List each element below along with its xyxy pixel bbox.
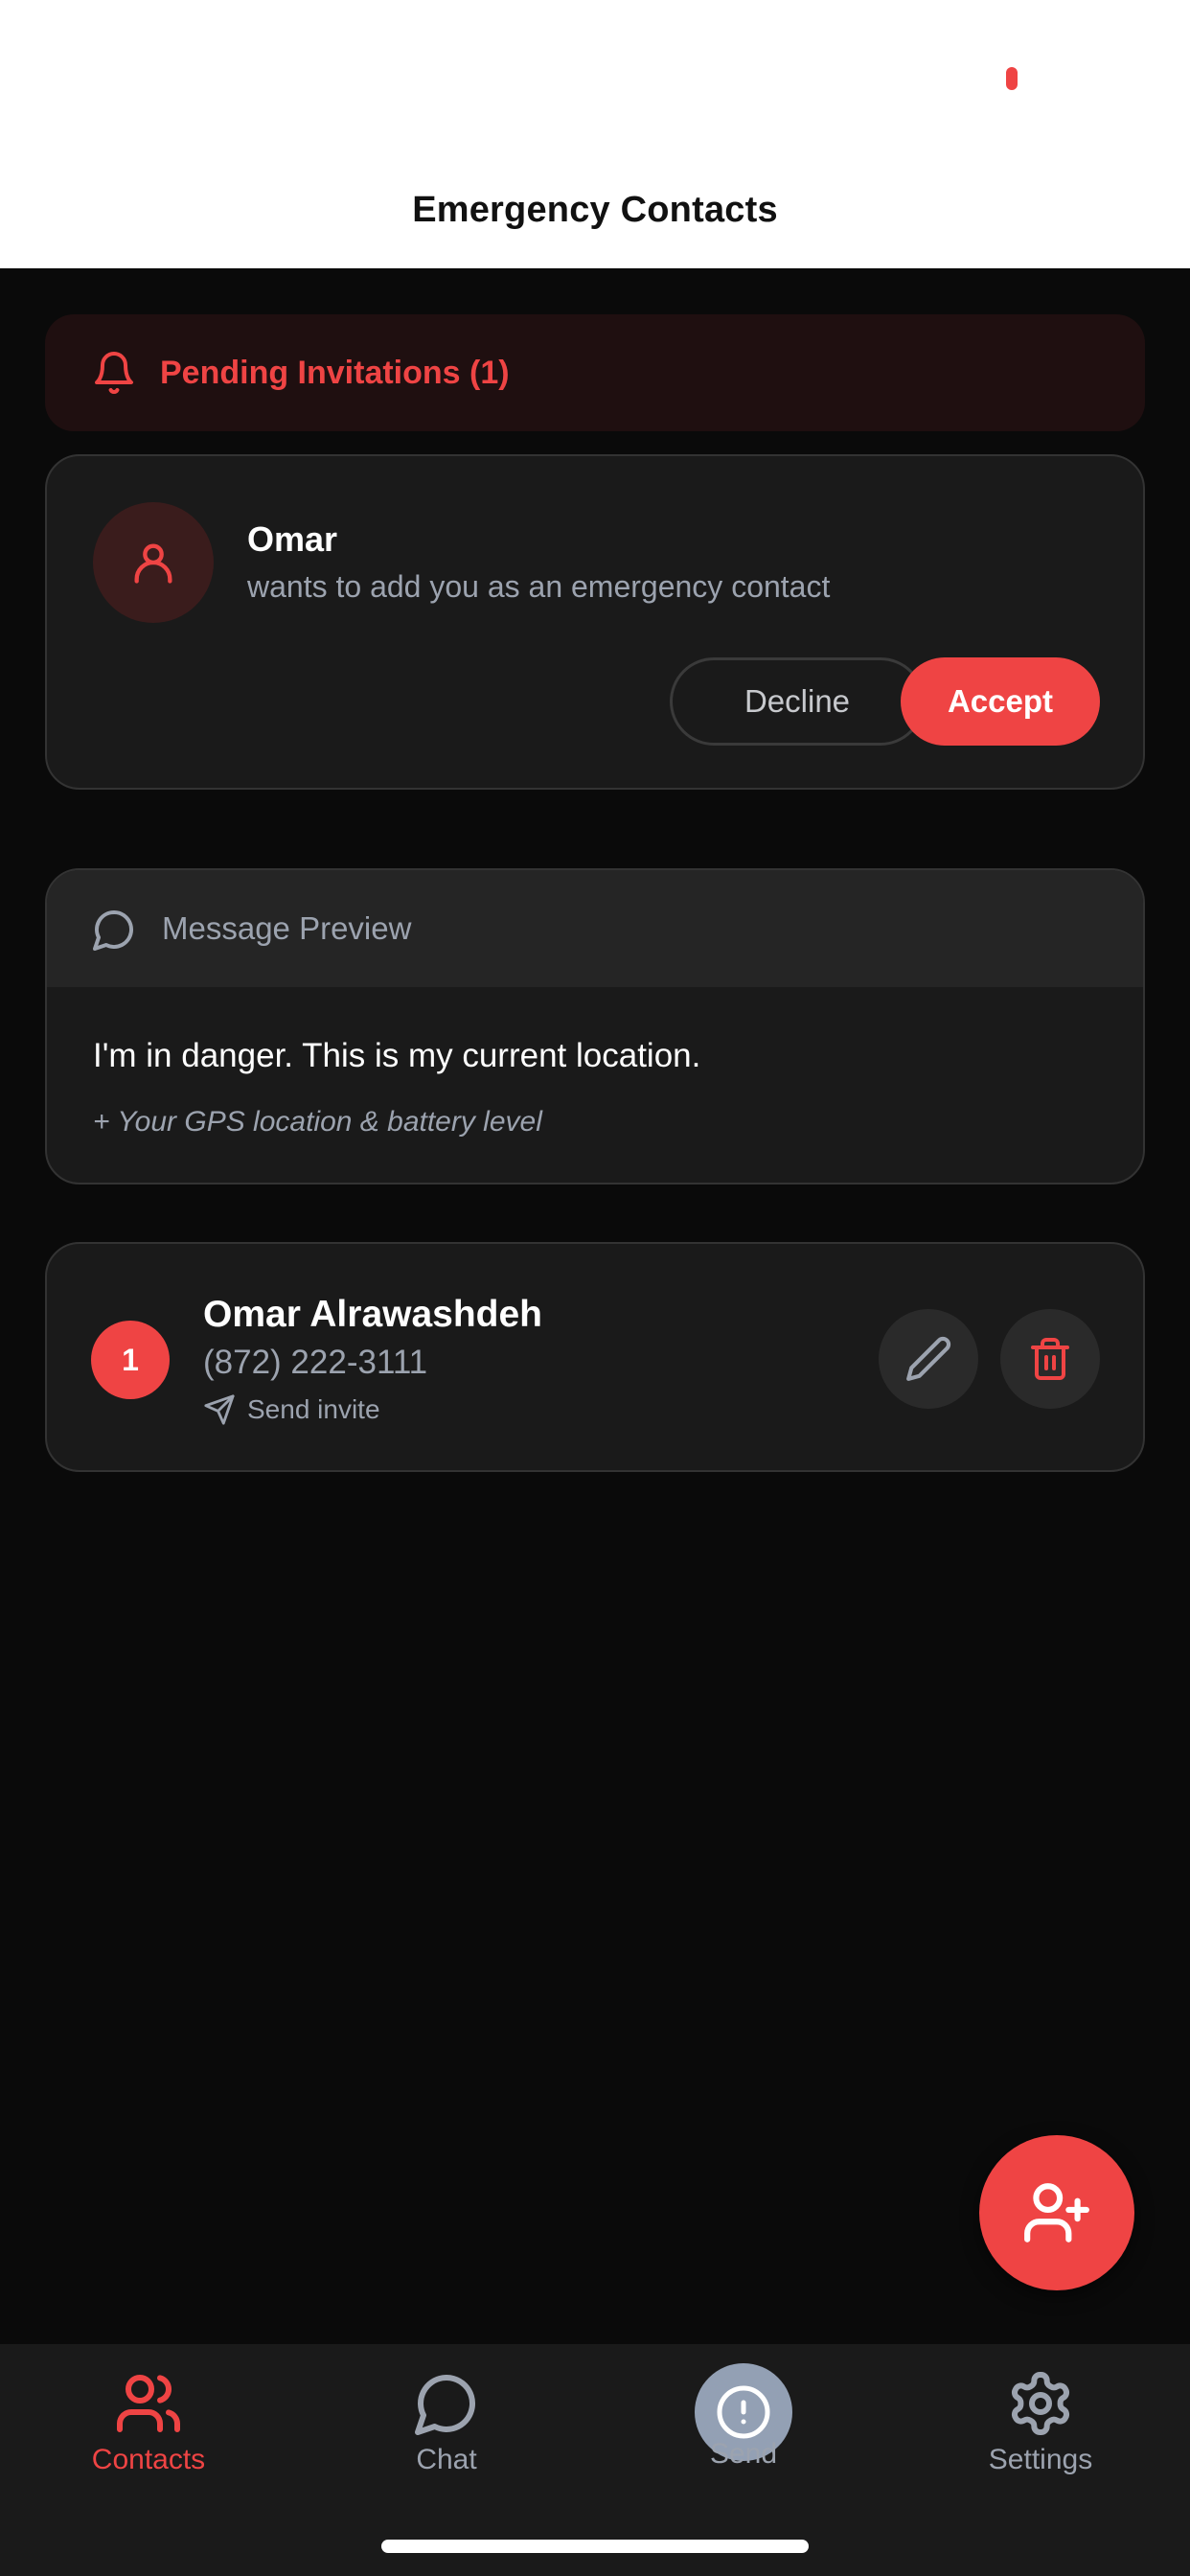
- message-preview-card: Message Preview I'm in danger. This is m…: [45, 868, 1145, 1184]
- invitation-message: wants to add you as an emergency contact: [247, 569, 831, 604]
- user-plus-icon: [1024, 2183, 1089, 2242]
- decline-button[interactable]: Decline: [670, 657, 925, 746]
- pending-invitations-label: Pending Invitations (1): [160, 355, 510, 391]
- contact-priority-badge: 1: [91, 1321, 170, 1399]
- preview-note: + Your GPS location & battery level: [93, 1106, 542, 1138]
- message-preview-header: Message Preview: [47, 870, 1143, 987]
- app-header: Emergency Contacts: [0, 0, 1190, 268]
- message-circle-icon: [93, 910, 133, 951]
- send-invite-link[interactable]: Send invite: [203, 1393, 380, 1426]
- add-contact-button[interactable]: [979, 2135, 1134, 2290]
- preview-message-text: I'm in danger. This is my current locati…: [93, 1037, 701, 1074]
- message-preview-title: Message Preview: [162, 910, 412, 946]
- alert-circle-icon: [717, 2385, 770, 2439]
- delete-contact-button[interactable]: [1000, 1309, 1100, 1409]
- accept-button[interactable]: Accept: [901, 657, 1100, 746]
- pending-invitations-banner[interactable]: Pending Invitations (1): [45, 314, 1145, 431]
- contact-phone: (872) 222-3111: [203, 1344, 428, 1381]
- contact-card[interactable]: 1 Omar Alrawashdeh (872) 222-3111 Send i…: [45, 1242, 1145, 1472]
- status-indicator: [1006, 67, 1018, 90]
- send-invite-label: Send invite: [247, 1394, 380, 1424]
- user-icon: [134, 543, 172, 584]
- home-indicator: [381, 2540, 809, 2553]
- gear-icon: [1011, 2372, 1070, 2435]
- pencil-icon: [906, 1336, 951, 1381]
- tab-send-label: Send: [709, 2438, 778, 2470]
- chat-icon: [415, 2374, 476, 2435]
- tab-chat[interactable]: Chat: [327, 2369, 566, 2484]
- tab-contacts[interactable]: Contacts: [29, 2369, 268, 2484]
- edit-contact-button[interactable]: [879, 1309, 978, 1409]
- tab-settings-label: Settings: [988, 2444, 1093, 2475]
- trash-icon: [1031, 1338, 1069, 1380]
- page-title: Emergency Contacts: [412, 190, 778, 230]
- bell-icon: [95, 352, 133, 394]
- users-icon: [117, 2375, 180, 2432]
- avatar: [93, 502, 214, 623]
- contact-name: Omar Alrawashdeh: [203, 1294, 543, 1335]
- tab-settings[interactable]: Settings: [921, 2369, 1160, 2484]
- tab-chat-label: Chat: [416, 2444, 477, 2475]
- send-icon: [204, 1394, 235, 1425]
- tab-send[interactable]: Send: [624, 2363, 863, 2484]
- emergency-contacts-screen: Emergency Contacts Pending Invitations (…: [0, 0, 1190, 2576]
- inviter-name: Omar: [247, 519, 338, 559]
- tab-contacts-label: Contacts: [91, 2444, 206, 2475]
- invitation-card: Omar wants to add you as an emergency co…: [45, 454, 1145, 790]
